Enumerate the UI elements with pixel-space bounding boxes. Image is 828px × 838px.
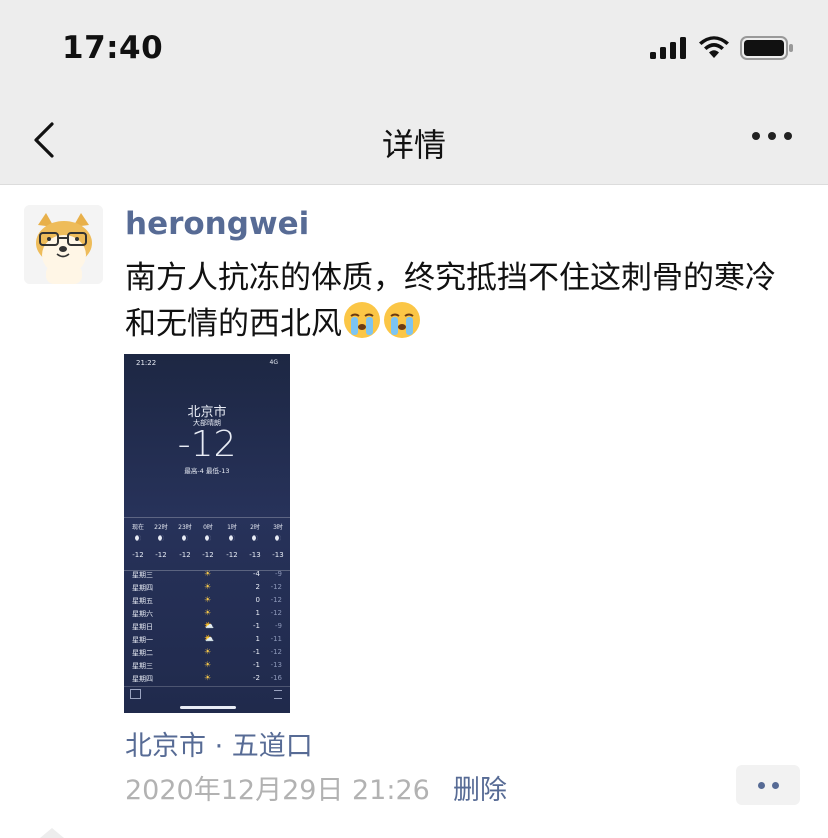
sun-icon: ☀ xyxy=(204,673,212,682)
photo-temperature: -12 xyxy=(177,424,237,465)
moon-icon xyxy=(275,535,281,541)
post-text: 南方人抗冻的体质，终究抵挡不住这刺骨的寒冷和无情的西北风 xyxy=(125,256,805,346)
photo-bottom-bar xyxy=(124,686,290,713)
sun-icon: ☀ xyxy=(204,647,212,656)
more-options-button[interactable] xyxy=(752,132,792,140)
list-icon xyxy=(274,690,282,699)
dot-icon xyxy=(784,132,792,140)
home-indicator xyxy=(180,706,236,709)
dot-icon xyxy=(771,781,779,789)
partly-cloudy-icon: ⛅ xyxy=(204,621,214,630)
moon-icon xyxy=(252,535,258,541)
dot-icon xyxy=(752,132,760,140)
sun-icon: ☀ xyxy=(204,569,212,578)
post-photo[interactable]: 21:22 4G 北京市 大部晴朗 -12 最高-4 最低-13 现在 -12 2… xyxy=(124,354,290,713)
moon-icon xyxy=(182,535,188,541)
moon-icon xyxy=(205,535,211,541)
nav-bar: 详情 xyxy=(0,96,828,185)
battery-icon xyxy=(740,36,793,60)
delete-button[interactable]: 删除 xyxy=(453,768,507,807)
shiba-dog-avatar-icon xyxy=(24,205,103,284)
post-timestamp: 2020年12月29日 21:26 xyxy=(125,775,430,806)
dot-icon xyxy=(757,781,765,789)
sun-icon: ☀ xyxy=(204,582,212,591)
signal-icon xyxy=(650,37,686,59)
status-bar: 17:40 xyxy=(0,0,828,96)
partly-cloudy-icon: ⛅ xyxy=(204,634,214,643)
page-title: 详情 xyxy=(381,126,446,164)
wifi-icon xyxy=(699,36,729,58)
crying-face-emoji-icon xyxy=(384,302,420,338)
comment-like-button[interactable] xyxy=(736,765,800,805)
sun-icon: ☀ xyxy=(204,660,212,669)
sun-icon: ☀ xyxy=(204,595,212,604)
username-link[interactable]: herongwei xyxy=(125,206,309,242)
photo-signal: 4G xyxy=(269,359,278,366)
moon-icon xyxy=(135,535,141,541)
post-text-content: 南方人抗冻的体质，终究抵挡不住这刺骨的寒冷和无情的西北风 xyxy=(125,260,776,342)
sun-icon: ☀ xyxy=(204,608,212,617)
status-icons xyxy=(650,36,794,60)
photo-phone-time: 21:22 xyxy=(136,359,157,367)
moon-icon xyxy=(229,535,235,541)
photo-hourly-forecast: 现在 -12 22时 -12 23时 -12 0时 -12 1时 -12 2时 -13 3时… xyxy=(124,517,290,571)
avatar[interactable] xyxy=(24,205,103,284)
status-time: 17:40 xyxy=(62,30,164,66)
moon-icon xyxy=(158,535,164,541)
map-icon xyxy=(130,689,141,699)
dot-icon xyxy=(768,132,776,140)
location-link[interactable]: 北京市 · 五道口 xyxy=(125,724,313,763)
crying-face-emoji-icon xyxy=(344,302,380,338)
comment-area-caret xyxy=(40,828,64,838)
photo-hi-lo: 最高-4 最低-13 xyxy=(184,467,230,475)
